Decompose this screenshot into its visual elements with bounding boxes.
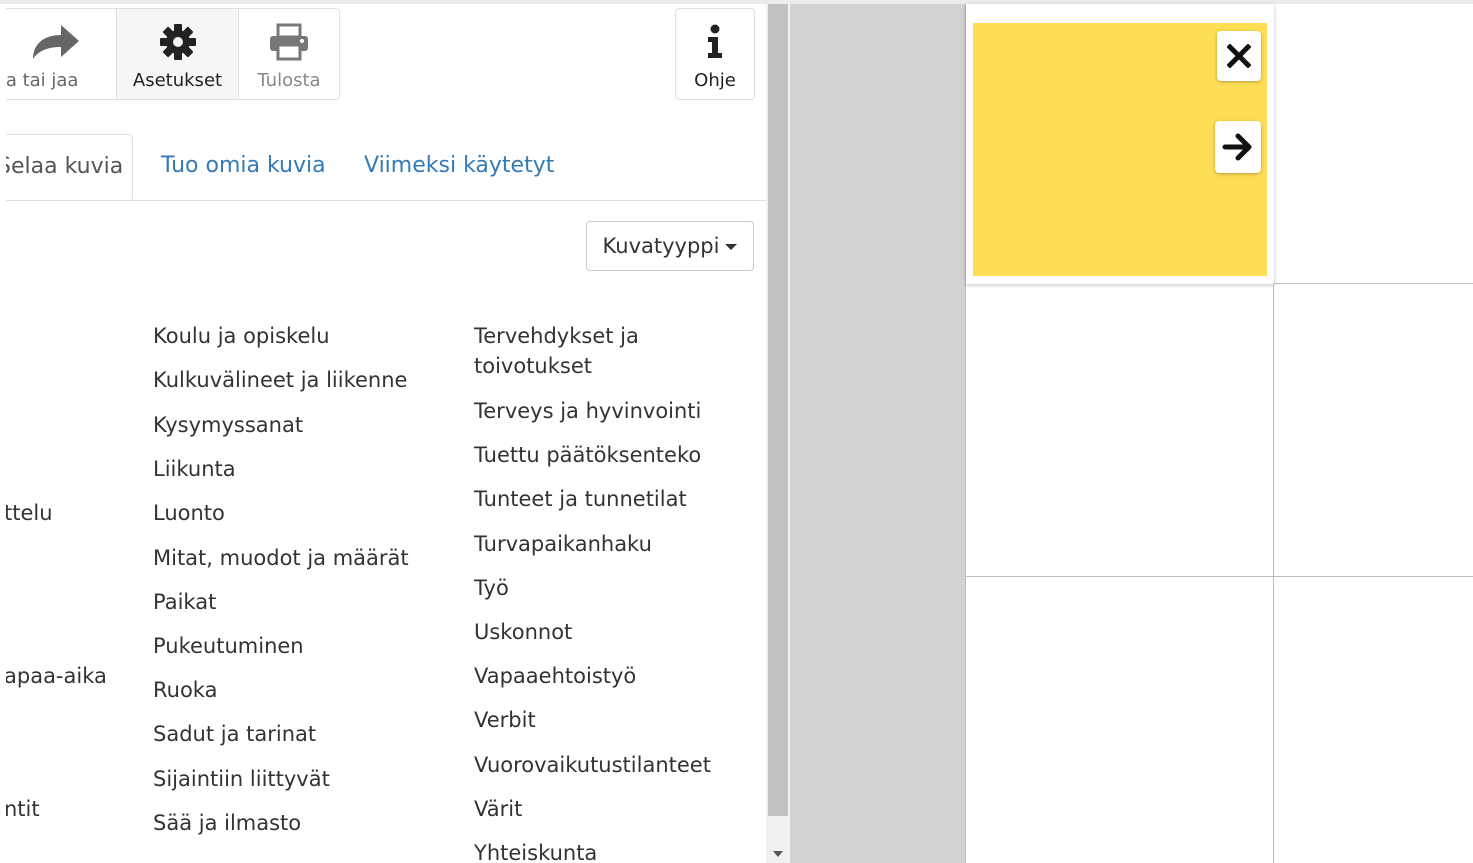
close-cell-button[interactable]: [1217, 31, 1261, 81]
category-item[interactable]: Yhteiskunta: [474, 838, 597, 863]
category-item[interactable]: Ruoka: [153, 675, 217, 705]
category-item[interactable]: Vapaaehtoistyö: [474, 661, 636, 691]
category-item[interactable]: Terveys ja hyvinvointi: [474, 396, 701, 426]
share-arrow-icon: [6, 23, 117, 61]
category-item[interactable]: Työ: [474, 573, 509, 603]
category-item[interactable]: Tervehdykset ja toivotukset: [474, 321, 714, 381]
category-item[interactable]: apaa-aika: [6, 661, 107, 691]
gear-icon: [117, 23, 238, 61]
image-browser-panel: nna tai jaa Asetukset: [6, 4, 766, 863]
category-item[interactable]: Kysymyssanat: [153, 410, 303, 440]
category-item[interactable]: ntit: [6, 794, 40, 824]
share-button[interactable]: nna tai jaa: [6, 8, 117, 100]
category-item[interactable]: Kulkuvälineet ja liikenne: [153, 365, 407, 395]
category-item[interactable]: Verbit: [474, 705, 536, 735]
image-type-dropdown[interactable]: Kuvatyyppi: [586, 221, 754, 271]
category-item[interactable]: Paikat: [153, 587, 216, 617]
board-margin: [790, 4, 965, 863]
category-item[interactable]: Koulu ja opiskelu: [153, 321, 330, 351]
category-item[interactable]: Sää ja ilmasto: [153, 808, 301, 838]
panel-scrollbar[interactable]: [766, 4, 790, 863]
category-item[interactable]: Vuorovaikutustilanteet: [474, 750, 711, 780]
category-item[interactable]: Uskonnot: [474, 617, 572, 647]
image-source-tabs: Selaa kuvia Tuo omia kuvia Viimeksi käyt…: [6, 134, 766, 201]
settings-button[interactable]: Asetukset: [116, 8, 239, 100]
scroll-down-arrow-icon[interactable]: [773, 851, 783, 857]
category-item[interactable]: Turvapaikanhaku: [474, 529, 652, 559]
tab-import-images[interactable]: Tuo omia kuvia: [161, 134, 326, 200]
category-item[interactable]: Sadut ja tarinat: [153, 719, 316, 749]
category-item[interactable]: Pukeutuminen: [153, 631, 304, 661]
selected-board-cell[interactable]: [966, 4, 1274, 284]
tab-browse-label: Selaa kuvia: [6, 154, 124, 179]
print-button[interactable]: Tulosta: [238, 8, 340, 100]
image-type-label: Kuvatyyppi: [602, 234, 720, 258]
share-button-label: nna tai jaa: [6, 70, 79, 91]
print-button-label: Tulosta: [257, 70, 321, 91]
category-item[interactable]: ttelu: [6, 498, 53, 528]
category-item[interactable]: Tunteet ja tunnetilat: [474, 484, 687, 514]
category-item[interactable]: Värit: [474, 794, 522, 824]
tab-recently-used[interactable]: Viimeksi käytetyt: [364, 134, 554, 200]
category-item[interactable]: Sijaintiin liittyvät: [153, 764, 330, 794]
grid-line: [965, 576, 1473, 577]
category-item[interactable]: Mitat, muodot ja määrät: [153, 543, 409, 573]
tab-browse-images[interactable]: Selaa kuvia: [6, 134, 133, 200]
caret-down-icon: [725, 244, 738, 250]
category-item[interactable]: Liikunta: [153, 454, 236, 484]
help-button-label: Ohje: [694, 70, 736, 91]
category-item[interactable]: Tuettu päätöksenteko: [474, 440, 701, 470]
info-icon: [676, 23, 754, 61]
next-cell-button[interactable]: [1215, 121, 1261, 173]
arrow-right-icon: [1222, 133, 1252, 161]
help-button[interactable]: Ohje: [675, 8, 755, 100]
scrollbar-thumb[interactable]: [768, 4, 788, 816]
close-icon: [1227, 44, 1251, 68]
printer-icon: [239, 23, 339, 61]
category-item[interactable]: Luonto: [153, 498, 225, 528]
settings-button-label: Asetukset: [132, 70, 223, 91]
